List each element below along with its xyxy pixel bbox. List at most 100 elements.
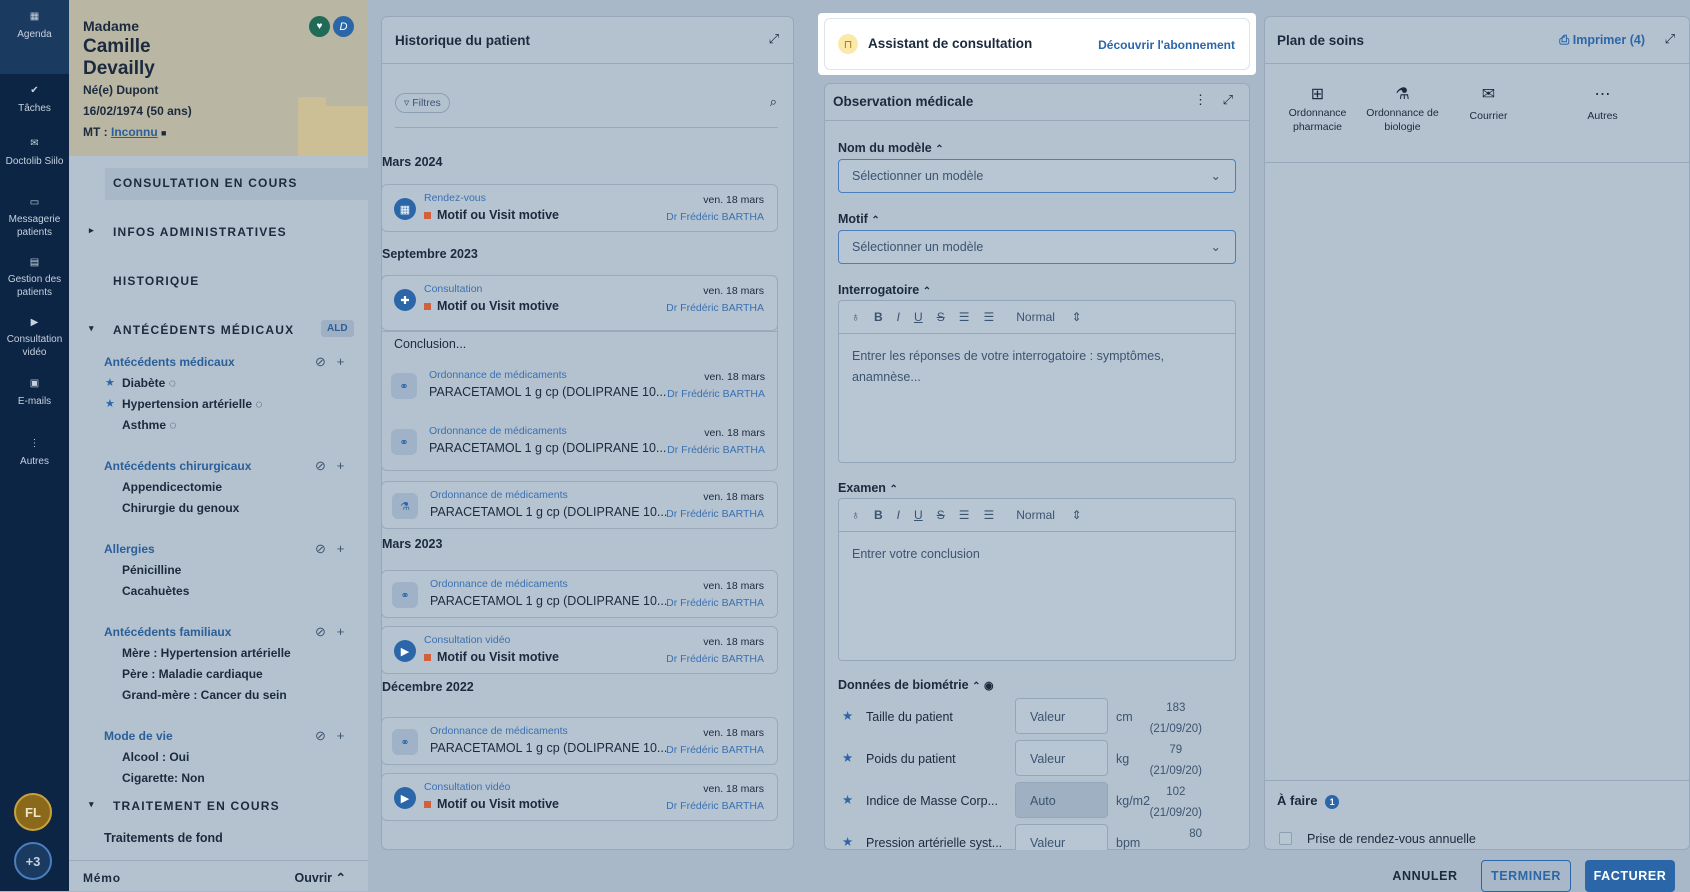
bullet-list-icon[interactable]: ☰ <box>983 310 994 324</box>
care-plan-action[interactable]: ⋯ Autres <box>1555 87 1650 123</box>
antecedent-item[interactable]: Pénicilline <box>122 563 181 577</box>
care-plan-action[interactable]: ⊞ Ordonnance pharmacie <box>1270 87 1365 134</box>
nav-item-3[interactable]: ▭ Messagerie patients <box>0 187 69 247</box>
add-icon[interactable]: + <box>337 354 345 369</box>
todo-checkbox[interactable] <box>1279 832 1292 845</box>
care-plan-action[interactable]: ⚗ Ordonnance de biologie <box>1355 87 1450 134</box>
event-title: Motif ou Visit motive <box>424 797 559 811</box>
antecedent-item[interactable]: Asthme ◌ <box>122 418 177 432</box>
nav-item-4[interactable]: ▤ Gestion des patients <box>0 247 69 307</box>
history-event[interactable]: ✚ Consultation Motif ou Visit motive ven. 1… <box>381 275 778 331</box>
cancel-button[interactable]: ANNULER <box>1385 860 1465 892</box>
mic-icon[interactable]: ♁ <box>851 508 860 522</box>
history-event[interactable]: ⚗ Ordonnance de médicaments PARACETAMOL 1 … <box>381 481 778 529</box>
mic-icon[interactable]: ♁ <box>851 310 860 324</box>
care-plan-action[interactable]: ✉ Courrier <box>1441 87 1536 123</box>
finish-button[interactable]: TERMINER <box>1481 860 1571 892</box>
mt-link[interactable]: Inconnu <box>111 125 158 139</box>
ordered-list-icon[interactable]: ☰ <box>959 310 970 324</box>
nav-item-2[interactable]: ✉ Doctolib Siilo <box>0 127 69 187</box>
subscription-link[interactable]: Découvrir l'abonnement <box>1098 38 1235 52</box>
antecedent-item[interactable]: Cacahuètes <box>122 584 189 598</box>
bullet-list-icon[interactable]: ☰ <box>983 508 994 522</box>
antecedent-item[interactable]: Hypertension artérielle ◌ <box>122 397 263 411</box>
nav-item-6[interactable]: ▣ E-mails <box>0 367 69 427</box>
antecedent-item[interactable]: Père : Maladie cardiaque <box>122 667 263 681</box>
star-icon[interactable]: ★ <box>842 708 853 723</box>
history-event[interactable]: ▦ Rendez-vous Motif ou Visit motive ven. 18… <box>381 184 778 232</box>
antecedent-item[interactable]: Grand-mère : Cancer du sein <box>122 688 287 702</box>
history-event[interactable]: ⚭ Ordonnance de médicaments PARACETAMOL 1 … <box>381 418 778 466</box>
bill-button[interactable]: FACTURER <box>1585 860 1675 892</box>
nav-item-1[interactable]: ✔ Tâches <box>0 74 69 127</box>
bold-button[interactable]: B <box>874 310 883 324</box>
strike-button[interactable]: S <box>937 508 945 522</box>
antecedent-item[interactable]: Chirurgie du genoux <box>122 501 239 515</box>
history-event[interactable]: ⚭ Ordonnance de médicaments PARACETAMOL 1 … <box>381 717 778 765</box>
add-icon[interactable]: + <box>337 624 345 639</box>
biometry-input[interactable]: Valeur <box>1015 698 1108 734</box>
antecedent-item[interactable]: Diabète ◌ <box>122 376 176 390</box>
underline-button[interactable]: U <box>914 310 923 324</box>
underline-button[interactable]: U <box>914 508 923 522</box>
antecedent-item[interactable]: Cigarette: Non <box>122 771 205 785</box>
comment-icon: ◌ <box>255 397 263 411</box>
format-select[interactable]: Normal ⇕ <box>1016 310 1081 324</box>
chevron-down-icon[interactable]: ▾ <box>89 799 95 810</box>
kebab-menu-icon[interactable]: ⋮ <box>1194 92 1207 108</box>
antecedent-item[interactable]: Alcool : Oui <box>122 750 189 764</box>
no-entry-icon[interactable]: ⊘ <box>315 354 326 369</box>
italic-button[interactable]: I <box>897 310 900 324</box>
history-event[interactable]: ⚭ Ordonnance de médicaments PARACETAMOL 1 … <box>381 570 778 618</box>
star-icon[interactable]: ★ <box>842 834 853 849</box>
admin-info-section[interactable]: INFOS ADMINISTRATIVES <box>113 225 287 239</box>
strike-button[interactable]: S <box>937 310 945 324</box>
history-event[interactable]: ▶ Consultation vidéo Motif ou Visit motive… <box>381 626 778 674</box>
biometry-input[interactable]: Valeur <box>1015 740 1108 776</box>
no-entry-icon[interactable]: ⊘ <box>315 458 326 473</box>
add-icon[interactable]: + <box>337 728 345 743</box>
nav-item-7[interactable]: ⋮ Autres <box>0 427 69 487</box>
memo-open-button[interactable]: Ouvrir ⌃ <box>295 870 346 885</box>
print-button[interactable]: ⎙ Imprimer (4) <box>1559 33 1645 48</box>
nav-item-0[interactable]: ▦ Agenda <box>0 0 69 74</box>
patient-header: Madame Camille Devailly Né(e) Dupont 16/… <box>69 0 368 156</box>
expand-icon[interactable]: ⤢ <box>769 31 779 47</box>
star-icon[interactable]: ★ <box>842 792 853 807</box>
filters-button[interactable]: ▿ Filtres <box>395 93 450 113</box>
antecedent-item[interactable]: Mère : Hypertension artérielle <box>122 646 291 660</box>
model-select[interactable]: Sélectionner un modèle ⌄ <box>838 159 1236 193</box>
expand-icon[interactable]: ⤢ <box>1223 92 1233 108</box>
examen-editor[interactable]: ♁ B I U S ☰ ☰ Normal ⇕ Entrer votre conclusion <box>838 498 1236 661</box>
antecedents-section[interactable]: ANTÉCÉDENTS MÉDICAUX <box>113 323 294 337</box>
history-event[interactable]: ▶ Consultation vidéo Motif ou Visit motive… <box>381 773 778 821</box>
no-entry-icon[interactable]: ⊘ <box>315 624 326 639</box>
nav-item-5[interactable]: ▶ Consultation vidéo <box>0 307 69 367</box>
observation-card: Observation médicale ⋮ ⤢ Nom du modèle ⌃… <box>824 83 1250 860</box>
no-entry-icon[interactable]: ⊘ <box>315 541 326 556</box>
user-avatar[interactable]: FL <box>14 793 52 831</box>
italic-button[interactable]: I <box>897 508 900 522</box>
add-icon[interactable]: + <box>337 458 345 473</box>
more-users-badge[interactable]: +3 <box>14 842 52 880</box>
format-select[interactable]: Normal ⇕ <box>1016 508 1081 522</box>
no-entry-icon[interactable]: ⊘ <box>315 728 326 743</box>
ordered-list-icon[interactable]: ☰ <box>959 508 970 522</box>
history-event[interactable]: ⚭ Ordonnance de médicaments PARACETAMOL 1 … <box>381 362 778 410</box>
expand-icon[interactable]: ⤢ <box>1665 31 1675 47</box>
biometry-previous: 183 (21/09/20) <box>1149 702 1202 735</box>
antecedent-item[interactable]: Appendicectomie <box>122 480 222 494</box>
event-title: Motif ou Visit motive <box>424 208 559 222</box>
motif-select[interactable]: Sélectionner un modèle ⌄ <box>838 230 1236 264</box>
add-icon[interactable]: + <box>337 541 345 556</box>
history-section[interactable]: HISTORIQUE <box>113 274 199 288</box>
search-icon[interactable]: ⌕ <box>770 94 777 110</box>
treatment-section[interactable]: TRAITEMENT EN COURS <box>113 799 280 813</box>
bold-button[interactable]: B <box>874 508 883 522</box>
interrogatoire-editor[interactable]: ♁ B I U S ☰ ☰ Normal ⇕ Entrer les réponses de v… <box>838 300 1236 463</box>
chevron-down-icon[interactable]: ▾ <box>89 323 95 334</box>
biometry-row: ★ Indice de Masse Corp... Auto kg/m2 102 (21/… <box>838 782 1236 824</box>
star-icon[interactable]: ★ <box>842 750 853 765</box>
event-type: Ordonnance de médicaments <box>430 725 568 737</box>
chevron-right-icon[interactable]: ▸ <box>89 225 95 236</box>
